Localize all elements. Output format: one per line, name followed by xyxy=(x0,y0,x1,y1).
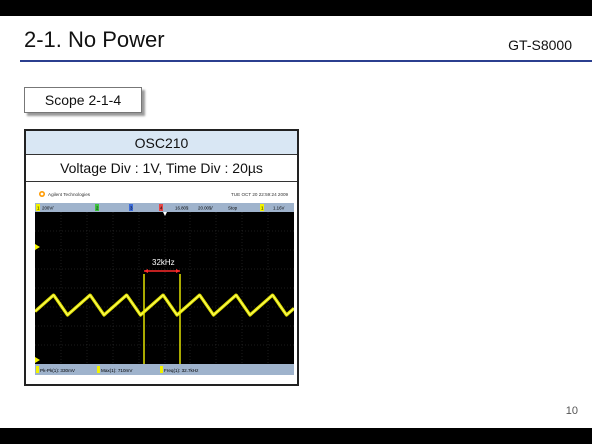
panel-heading: OSC210 xyxy=(26,131,297,155)
timestamp-text: TUE OCT 20 22:59:24 2009 xyxy=(231,192,289,197)
panel-settings: Voltage Div : 1V, Time Div : 20µs xyxy=(26,155,297,182)
top-band xyxy=(0,0,592,16)
scope-label: Scope 2-1-4 xyxy=(24,87,142,113)
trigger-level: 1.16V xyxy=(273,206,285,211)
model-label: GT-S8000 xyxy=(508,37,572,53)
oscilloscope-screenshot: Agilent Technologies TUE OCT 20 22:59:24… xyxy=(35,187,294,375)
slide-title: 2-1. No Power xyxy=(24,27,165,52)
title-rule xyxy=(20,60,592,62)
timebase-position: 16.80§ xyxy=(175,206,189,211)
scope-screen xyxy=(35,212,294,364)
brand-text: Agilent Technologies xyxy=(48,192,91,197)
page-number: 10 xyxy=(565,405,578,417)
frequency-annotation: 32kHz xyxy=(152,258,175,267)
measure-max: Max(1): 710mV xyxy=(101,368,133,373)
acquisition-mode: Stop xyxy=(228,206,238,211)
timebase-scale: 20.00§/ xyxy=(198,206,213,211)
ch1-scale: 200V/ xyxy=(42,206,54,211)
scope-panel: OSC210 Voltage Div : 1V, Time Div : 20µs… xyxy=(24,129,299,386)
measure-pk-pk: Pk-Pk(1): 330mV xyxy=(40,368,76,373)
agilent-logo-icon xyxy=(39,191,45,197)
measure-freq: Freq(1): 32.7kHz xyxy=(164,368,199,373)
bottom-band xyxy=(0,428,592,444)
